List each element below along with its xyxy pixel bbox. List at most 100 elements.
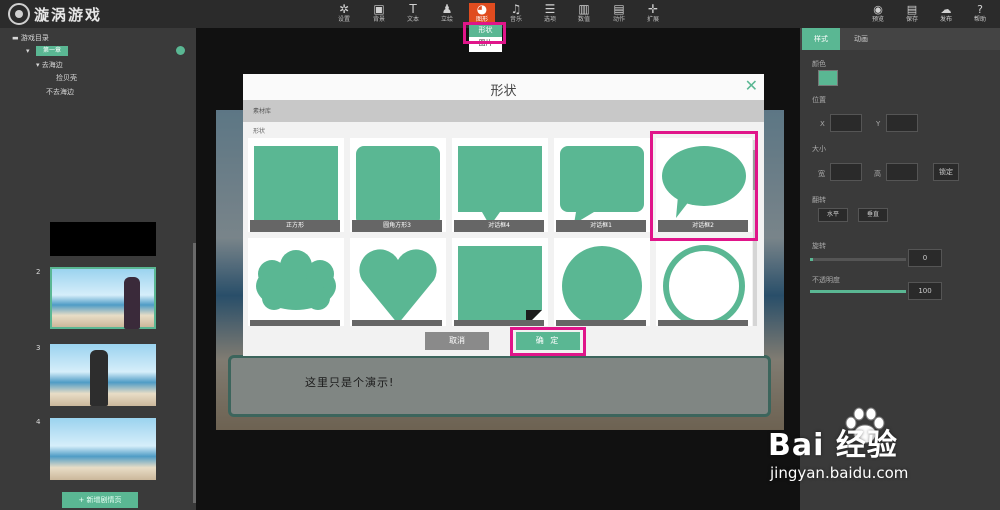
toolbar-extend-button[interactable]: ✛ 扩展 (640, 3, 666, 27)
tree-root[interactable]: ▬ 游戏目录 (12, 33, 49, 43)
shape-caption (658, 320, 748, 326)
height-label: 高 (874, 170, 881, 178)
shape-card-circle[interactable] (554, 238, 650, 326)
plus-icon: ✛ (647, 2, 659, 16)
slide-thumbnail-1[interactable] (50, 222, 156, 256)
toolbar-options-button[interactable]: ☰ 选项 (537, 3, 563, 27)
dialog-title: 形状 (490, 84, 517, 99)
shape-caption (352, 320, 442, 326)
shape-caption: 对话框1 (556, 220, 646, 232)
close-icon[interactable]: ✕ (745, 76, 758, 95)
x-input[interactable] (830, 114, 862, 132)
rotate-slider-fill (810, 258, 813, 261)
save-icon: ▤ (906, 3, 918, 16)
opacity-slider[interactable] (810, 290, 906, 293)
properties-tabs: 样式 动画 (800, 28, 1000, 50)
highlight-box (650, 131, 758, 241)
gear-icon: ✲ (338, 2, 350, 16)
toolbar-portrait-button[interactable]: ♟ 立绘 (434, 3, 460, 27)
left-panel: ▬ 游戏目录 ▾ 第一章 ▾ 去海边 捡贝壳 不去海边 2 3 4 (0, 28, 196, 510)
tree-item-chapter1[interactable]: 第一章 (36, 46, 68, 56)
preview-button[interactable]: ◉ 预览 (865, 3, 891, 27)
shape-caption (556, 320, 646, 326)
size-label: 大小 (812, 145, 826, 153)
y-input[interactable] (886, 114, 918, 132)
rotate-input[interactable]: 0 (908, 249, 942, 267)
slide-thumbnail-2[interactable] (50, 267, 156, 329)
tree-item-go-beach[interactable]: ▾ 去海边 (36, 60, 63, 70)
toolbar-text-button[interactable]: T 文本 (400, 3, 426, 27)
width-label: 宽 (818, 170, 825, 178)
height-input[interactable] (886, 163, 918, 181)
slide-number: 3 (36, 344, 41, 352)
toolbar-action-button[interactable]: ▤ 动作 (606, 3, 632, 27)
toolbar-value-button[interactable]: ▥ 数值 (571, 3, 597, 27)
slide-thumbnail-3[interactable] (50, 344, 156, 406)
add-scene-button[interactable]: + 新增剧情页 (62, 492, 138, 508)
film-icon: ▤ (613, 2, 625, 16)
color-label: 颜色 (812, 60, 826, 68)
watermark-brand: Bai 经验 (768, 428, 898, 463)
flip-horizontal-button[interactable]: 水平 (818, 208, 848, 222)
tree-toggle-icon[interactable]: ▾ (26, 47, 30, 55)
position-label: 位置 (812, 96, 826, 104)
folder-icon: ▬ (12, 34, 21, 42)
app-logo: 漩涡游戏 (8, 3, 102, 25)
baidu-watermark: Bai 经验 jingyan.baidu.com (768, 400, 978, 492)
shape-caption (454, 320, 544, 326)
logo-text: 漩涡游戏 (34, 5, 103, 24)
shape-card-heart[interactable] (350, 238, 446, 326)
toolbar-music-button[interactable]: ♫ 音乐 (503, 3, 529, 27)
shape-caption: 正方形 (250, 220, 340, 232)
rounded-square-shape-icon (356, 146, 440, 226)
tab-style[interactable]: 样式 (802, 28, 840, 50)
upload-icon: ☁ (940, 3, 952, 16)
text-icon: T (409, 2, 417, 16)
color-swatch[interactable] (818, 70, 838, 86)
tree-item-no-beach[interactable]: 不去海边 (46, 87, 74, 97)
shape-card-speech-bubble-4[interactable]: 对话框4 (452, 138, 548, 232)
shape-card-cloud[interactable] (248, 238, 344, 326)
square-shape-icon (254, 146, 338, 226)
speech-bubble-icon (458, 146, 542, 226)
shape-caption (250, 320, 340, 326)
speech-bubble-icon (560, 146, 644, 224)
folded-corner-icon (458, 246, 542, 326)
dialog-header: 形状 ✕ (243, 74, 764, 100)
ring-icon (663, 245, 745, 326)
flip-vertical-button[interactable]: 垂直 (858, 208, 888, 222)
highlight-box (510, 327, 586, 356)
tab-animation[interactable]: 动画 (842, 28, 880, 50)
publish-button[interactable]: ☁ 发布 (933, 3, 959, 27)
library-bar: 素材库 (243, 100, 764, 122)
flip-label: 翻转 (812, 196, 826, 204)
rotate-label: 旋转 (812, 242, 826, 250)
save-button[interactable]: ▤ 保存 (899, 3, 925, 27)
width-input[interactable] (830, 163, 862, 181)
help-icon: ? (977, 3, 983, 16)
watermark-url: jingyan.baidu.com (770, 464, 909, 482)
slide-thumbnail-4[interactable] (50, 418, 156, 480)
shape-card-rounded-square[interactable]: 圆角方形3 (350, 138, 446, 232)
circle-icon (562, 246, 642, 326)
opacity-input[interactable]: 100 (908, 282, 942, 300)
music-icon: ♫ (510, 2, 522, 16)
cancel-button[interactable]: 取消 (425, 332, 489, 350)
character-figure (124, 277, 140, 329)
shape-card-speech-bubble-1[interactable]: 对话框1 (554, 138, 650, 232)
toolbar-background-button[interactable]: ▣ 背景 (366, 3, 392, 27)
toolbar-settings-button[interactable]: ✲ 设置 (331, 3, 357, 27)
shape-card-square[interactable]: 正方形 (248, 138, 344, 232)
tree-item-pick-shells[interactable]: 捡贝壳 (56, 73, 77, 83)
slide-number: 4 (36, 418, 41, 426)
highlight-box (463, 22, 506, 44)
shape-card-folded-corner[interactable] (452, 238, 548, 326)
shape-caption: 对话框4 (454, 220, 544, 232)
rotate-slider[interactable] (810, 258, 906, 261)
lock-ratio-button[interactable]: 锁定 (933, 163, 959, 181)
slide-number: 2 (36, 268, 41, 276)
shape-icon: ◕ (476, 2, 488, 16)
help-button[interactable]: ? 帮助 (967, 3, 993, 27)
add-node-icon[interactable] (176, 46, 185, 55)
shape-card-ring[interactable] (656, 238, 752, 326)
